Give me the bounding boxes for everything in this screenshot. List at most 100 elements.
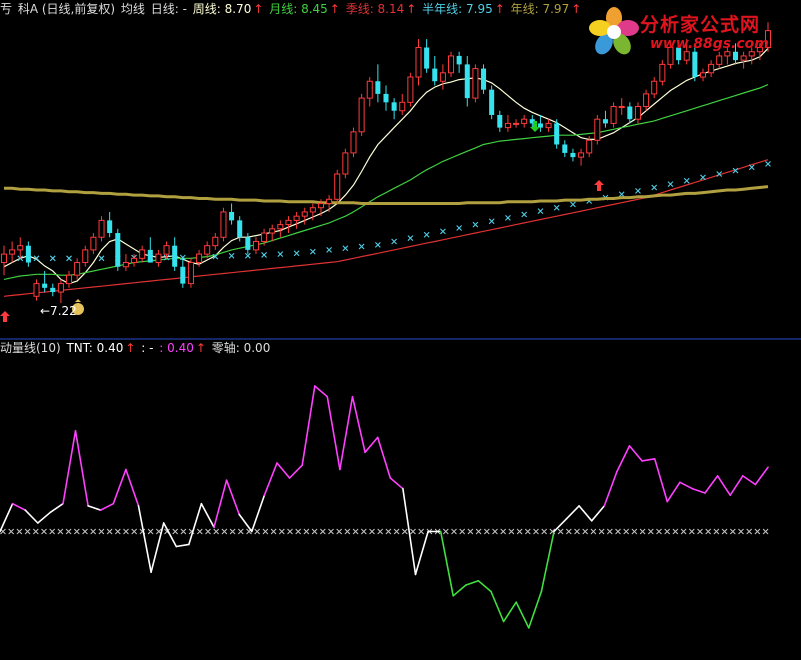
momentum-pos: : 0.40 [159, 341, 194, 355]
candle-up [309, 207, 316, 213]
candle-up [0, 253, 8, 264]
zero-axis-marker [606, 528, 613, 535]
zero-axis-marker [516, 528, 523, 535]
candle-up [155, 253, 162, 264]
buy-signal-icon [594, 180, 604, 191]
momentum-segment-down [477, 579, 492, 593]
ma-halfyear-marker [667, 181, 674, 188]
zero-axis-marker [762, 528, 769, 535]
momentum-segment-up [301, 385, 316, 467]
momentum-segment-up [376, 436, 392, 479]
zero-axis-marker [319, 528, 326, 535]
zero-axis-marker [688, 528, 695, 535]
ma-halfyear-marker [98, 255, 105, 262]
momentum-segment-down [439, 530, 455, 597]
zero-axis-marker [656, 528, 662, 535]
momentum-segment-down [540, 530, 555, 593]
zero-axis-marker [106, 528, 113, 535]
zero-axis-marker [295, 528, 302, 535]
candle-down [570, 152, 576, 158]
momentum-segment-up [628, 445, 643, 462]
zero-axis-marker [336, 528, 343, 535]
zero-axis-marker [352, 528, 359, 535]
momentum-segment-up [364, 436, 379, 454]
momentum-segment-up [288, 464, 304, 479]
zero-axis-marker [500, 528, 507, 535]
price-header: 亐 科A (日线,前复权) 均线 日线: - 周线: 8.70 ↑ 月线: 8.4… [0, 2, 583, 16]
momentum-segment-up [679, 481, 694, 490]
ma-halfyear-marker [635, 187, 641, 194]
momentum-segment-neutral [175, 543, 190, 548]
ma-halfyear-marker [700, 174, 706, 181]
zero-axis-marker [311, 528, 318, 535]
candle-up [545, 122, 552, 129]
zero-axis-marker [680, 528, 687, 535]
zero-axis-marker [524, 528, 531, 535]
momentum-header: 动量线(10) TNT: 0.40 ↑ : - : 0.40 ↑ 零轴: 0.00 [0, 341, 272, 355]
ma-halfyear-marker [407, 235, 414, 241]
ma-halfyear-marker [488, 218, 495, 225]
up-arrow-icon: ↑ [253, 2, 264, 16]
zero-axis-marker [393, 528, 400, 535]
candle-up [204, 245, 211, 255]
candle-up [317, 203, 324, 209]
up-arrow-icon: ↑ [494, 2, 505, 16]
candle-down [107, 220, 113, 234]
momentum-segment-neutral [238, 513, 253, 533]
zero-axis-marker [73, 528, 80, 535]
zero-axis-marker [205, 528, 211, 535]
candle-up [122, 262, 129, 268]
ma-halfyear-marker [765, 160, 771, 167]
candle-up [513, 122, 520, 125]
candle-down [229, 211, 235, 221]
candle-down [456, 55, 462, 65]
header-ma-label: 均线 [120, 2, 145, 16]
zero-axis-marker [647, 528, 654, 535]
ma-halfyear-marker [66, 255, 72, 262]
candle-up [277, 224, 284, 230]
candle-down [489, 89, 495, 115]
ma-halfyear-marker [293, 250, 300, 257]
candle-up [350, 131, 357, 154]
candle-down [627, 106, 633, 120]
header-ma-month: 月线: 8.45 [269, 2, 328, 16]
ma-halfyear-marker [309, 248, 316, 255]
zero-axis-marker [508, 528, 515, 535]
momentum-segment-up [729, 475, 744, 497]
candle-up [699, 72, 706, 78]
momentum-segment-neutral [200, 502, 215, 529]
candle-up [139, 249, 146, 259]
candle-up [17, 245, 24, 251]
zero-axis-marker [180, 528, 187, 535]
candle-down [237, 220, 243, 238]
zero-axis-marker [623, 528, 630, 535]
momentum-tnt: TNT: 0.40 [66, 341, 124, 355]
min-price-label: ←7.22 [40, 304, 77, 318]
candle-up [293, 215, 300, 221]
momentum-segment-up [225, 479, 240, 516]
ma-halfyear-marker [553, 204, 560, 211]
momentum-segment-neutral [188, 502, 203, 546]
zero-axis-marker [475, 528, 482, 535]
candle-down [432, 68, 438, 82]
zero-axis-marker [32, 528, 39, 535]
momentum-segment-neutral [36, 511, 52, 524]
ma-halfyear-marker [537, 208, 544, 214]
momentum-segment-up [263, 462, 278, 497]
ma-halfyear-marker [570, 201, 576, 208]
zero-axis-marker [442, 528, 449, 535]
ma-halfyear-marker [228, 252, 235, 259]
candle-up [334, 173, 341, 200]
ma-halfyear-marker [651, 184, 658, 191]
candle-up [196, 253, 203, 264]
header-ma-year: 年线: 7.97 [510, 2, 570, 16]
zero-axis-marker [705, 528, 712, 535]
candle-up [521, 118, 528, 124]
watermark-logo: 分析家公式网 www.88gs.com [588, 6, 793, 58]
zero-axis-marker [639, 528, 646, 535]
candle-up [212, 236, 219, 247]
up-arrow-icon: ↑ [195, 341, 206, 355]
zero-axis-marker [123, 528, 129, 535]
ma-halfyear-marker [618, 191, 625, 198]
zero-axis-marker [401, 528, 408, 535]
